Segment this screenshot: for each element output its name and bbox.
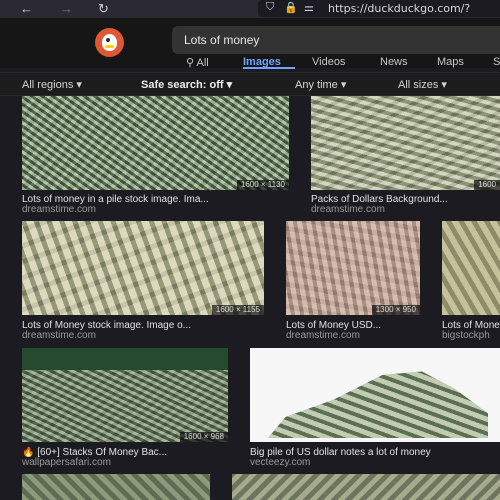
image-size-badge: 1600 [474,180,500,190]
permissions-icon[interactable]: ⚌ [304,1,314,14]
browser-toolbar: ← → ↻ ⛉ 🔒 ⚌ https://duckduckgo.com/? [0,0,500,18]
reload-icon[interactable]: ↻ [98,1,109,17]
tab-maps[interactable]: Maps [437,56,464,68]
size-filter[interactable]: All sizes ▾ [398,78,447,91]
tab-shopping[interactable]: S [493,56,500,68]
result-thumbnail[interactable]: 1600 × 968 [22,348,228,442]
duck-face [102,34,117,51]
arrow-right-icon[interactable]: → [60,1,73,17]
url-text[interactable]: https://duckduckgo.com/? [328,2,470,15]
image-result[interactable]: 1600 Packs of Dollars Background... drea… [311,96,500,215]
result-thumbnail[interactable]: 1600 [311,96,500,190]
image-size-badge: 1600 × 1130 [236,180,289,190]
image-result[interactable]: 1600 × 968 🔥 [60+] Stacks Of Money Bac..… [22,348,228,468]
image-size-badge: 1600 × 968 [179,432,228,442]
money-pile-image [268,371,488,438]
lock-icon[interactable]: 🔒 [284,1,298,14]
result-source[interactable]: dreamstime.com [22,330,264,341]
image-result[interactable]: 1300 × 950 Lots of Money USD... dreamsti… [286,221,420,341]
image-result[interactable]: Lots of Mone bigstockph [442,221,500,341]
result-source[interactable]: dreamstime.com [311,204,500,215]
search-input[interactable]: Lots of money [172,26,500,54]
result-source[interactable]: dreamstime.com [286,330,420,341]
result-thumbnail[interactable]: 1300 × 950 [286,221,420,315]
filter-bar: All regions ▾ Safe search: off ▾ Any tim… [0,72,500,96]
result-thumbnail[interactable] [250,348,500,442]
tab-news[interactable]: News [380,56,408,68]
result-source[interactable]: bigstockph [442,330,500,341]
duck-eye [106,38,110,42]
image-result[interactable] [232,474,500,500]
image-size-badge: 1600 × 1155 [211,305,264,315]
duckduckgo-logo-icon[interactable] [95,28,124,57]
tab-all-label: All [196,57,209,69]
image-result[interactable]: 1600 × 1155 Lots of Money stock image. I… [22,221,264,341]
image-size-badge: 1300 × 950 [371,305,420,315]
address-bar[interactable]: ⛉ 🔒 ⚌ https://duckduckgo.com/? [258,0,500,17]
result-thumbnail[interactable] [22,474,210,500]
result-source[interactable]: wallpapersafari.com [22,457,228,468]
region-filter[interactable]: All regions ▾ [22,78,82,91]
search-icon: ⚲ [186,57,195,69]
result-thumbnail[interactable] [232,474,500,500]
active-tab-indicator [243,67,295,69]
image-result[interactable]: Big pile of US dollar notes a lot of mon… [250,348,500,468]
tab-all[interactable]: ⚲ All [186,56,209,69]
image-result[interactable] [22,474,210,500]
tab-videos[interactable]: Videos [312,56,345,68]
image-result[interactable]: 1600 × 1130 Lots of money in a pile stoc… [22,96,289,215]
duck-beak [105,45,114,48]
result-thumbnail[interactable] [442,221,500,315]
arrow-left-icon[interactable]: ← [20,1,33,17]
result-thumbnail[interactable]: 1600 × 1130 [22,96,289,190]
search-query[interactable]: Lots of money [184,33,259,47]
result-source[interactable]: vecteezy.com [250,457,500,468]
safe-search-filter[interactable]: Safe search: off ▾ [141,78,232,91]
search-header: Lots of money ⚲ All Images Videos News M… [0,18,500,69]
shield-icon[interactable]: ⛉ [266,1,274,14]
result-thumbnail[interactable]: 1600 × 1155 [22,221,264,315]
time-filter[interactable]: Any time ▾ [295,78,346,91]
result-source[interactable]: dreamstime.com [22,204,289,215]
green-background [22,348,228,370]
